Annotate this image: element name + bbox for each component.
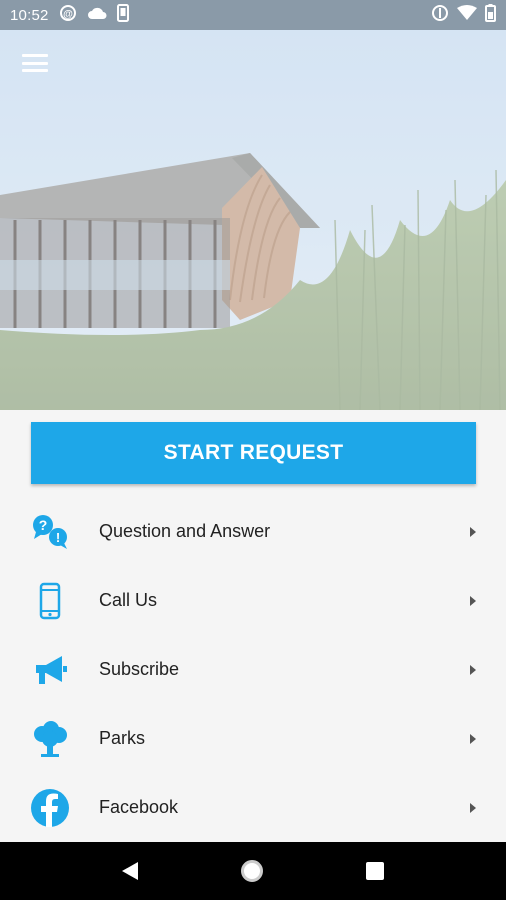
chevron-right-icon <box>470 595 476 606</box>
battery-icon <box>485 4 496 26</box>
phone-icon <box>116 4 129 26</box>
question-answer-icon: ? ! <box>30 512 70 552</box>
list-item-parks[interactable]: Parks <box>0 704 506 773</box>
cloud-icon <box>87 6 107 24</box>
menu-line <box>22 69 48 72</box>
menu-line <box>22 61 48 65</box>
chevron-right-icon <box>470 802 476 813</box>
sync-icon: @ <box>59 4 77 26</box>
status-left: 10:52 @ <box>10 4 129 26</box>
facebook-icon <box>30 788 70 828</box>
megaphone-icon <box>30 650 70 690</box>
chevron-right-icon <box>470 664 476 675</box>
svg-text:@: @ <box>63 9 73 20</box>
list-item-call-us[interactable]: Call Us <box>0 566 506 635</box>
pavilion-landscape-image <box>0 30 506 410</box>
menu-line <box>22 54 48 57</box>
svg-text:!: ! <box>56 530 60 545</box>
list-item-label: Parks <box>99 728 146 748</box>
list-item-facebook[interactable]: Facebook <box>0 773 506 842</box>
hero-image <box>0 30 506 410</box>
list-item-subscribe[interactable]: Subscribe <box>0 635 506 704</box>
main-content: START REQUEST ? ! Question and Answer Ca… <box>0 410 506 842</box>
wifi-icon <box>457 5 477 25</box>
list-item-question-and-answer[interactable]: ? ! Question and Answer <box>0 497 506 566</box>
svg-text:?: ? <box>39 517 48 533</box>
chevron-right-icon <box>470 733 476 744</box>
status-time: 10:52 <box>10 6 49 24</box>
start-request-button[interactable]: START REQUEST <box>31 422 476 484</box>
list-item-label: Subscribe <box>99 659 180 679</box>
status-bar: 10:52 @ <box>0 0 506 30</box>
phone-icon <box>30 581 70 621</box>
chevron-right-icon <box>470 526 476 537</box>
list-item-label: Question and Answer <box>99 521 271 541</box>
data-saver-icon <box>431 4 449 26</box>
recent-apps-icon[interactable] <box>366 862 385 880</box>
list-item-label: Facebook <box>99 797 179 817</box>
menu-list: ? ! Question and Answer Call Us Subscrib… <box>0 497 506 842</box>
back-icon[interactable] <box>121 862 138 880</box>
list-item-label: Call Us <box>99 590 158 610</box>
tree-icon <box>30 719 70 759</box>
navigation-bar <box>0 842 506 900</box>
hamburger-menu-icon[interactable] <box>22 52 48 74</box>
status-right <box>431 4 496 26</box>
home-icon[interactable] <box>240 860 263 882</box>
